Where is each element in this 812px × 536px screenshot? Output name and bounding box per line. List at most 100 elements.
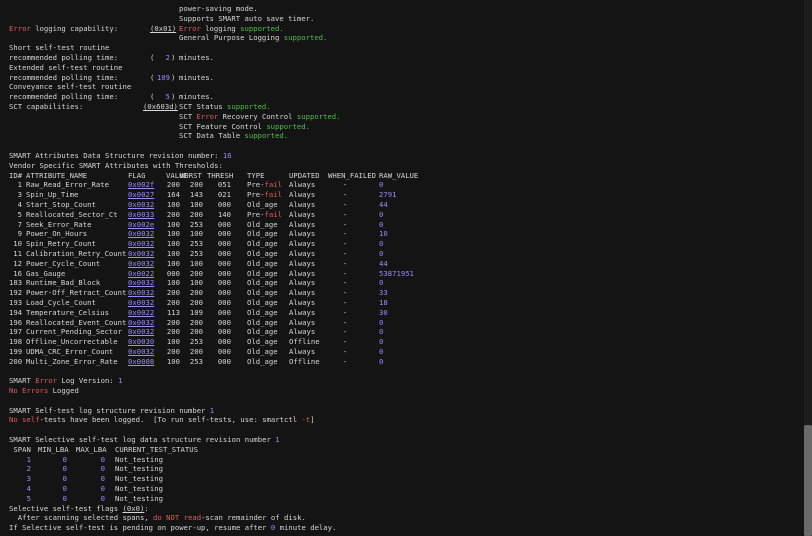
attribute-cell: 000 xyxy=(217,248,231,258)
attribute-cell: 193 xyxy=(9,297,23,307)
attribute-cell: Always xyxy=(289,307,316,317)
selective-cell: 3 xyxy=(26,474,31,484)
attribute-cell: 0 xyxy=(379,180,384,190)
error-log-version-line: SMART Error Log Version: 1 xyxy=(9,376,123,386)
attribute-cell: 0x0032 xyxy=(128,258,155,268)
attribute-cell: - xyxy=(342,327,348,337)
attribute-cell: 200 xyxy=(189,180,203,190)
attribute-cell: Always xyxy=(289,239,316,249)
selftest-revision-line: SMART Self-test log structure revision n… xyxy=(9,405,215,415)
attribute-cell: 9 xyxy=(17,229,22,239)
selective-column-header: MAX_LBA xyxy=(76,444,107,454)
attribute-cell: 0 xyxy=(379,209,384,219)
attribute-cell: Multi_Zone_Error_Rate xyxy=(26,356,118,366)
attribute-row: 16 Gas_Gauge 0x0022 000 200 000 Old_age Always -… xyxy=(9,269,799,279)
sct-line: SCT capabilities: (0x603d) SCT Status su… xyxy=(9,102,799,112)
sct-feature-control: SCT Feature Control supported. xyxy=(179,121,310,131)
vertical-scrollbar[interactable] xyxy=(804,0,812,536)
selective-table-body: 1 0 0 Not_testing 2 0 0 Not_testing 3 0 0 Not_testi… xyxy=(9,455,799,504)
attributes-column-header: TYPE xyxy=(247,170,265,180)
attribute-cell: 100 xyxy=(189,199,203,209)
attribute-cell: Always xyxy=(289,346,316,356)
attribute-cell: 253 xyxy=(189,337,203,347)
attribute-cell: 10 xyxy=(13,239,22,249)
attribute-cell: Old_age xyxy=(247,248,278,258)
conveyance-polling-line: recommended polling time: ( 5 ) minutes. xyxy=(9,92,799,102)
no-errors-line: No Errors Logged xyxy=(9,386,79,396)
extended-polling-close: ) xyxy=(171,72,176,82)
selective-cell: 5 xyxy=(26,493,31,503)
attribute-cell: 0x0032 xyxy=(128,278,155,288)
attribute-cell: Always xyxy=(289,248,316,258)
attribute-cell: Always xyxy=(289,219,316,229)
selective-cell: 0 xyxy=(100,484,105,494)
attribute-cell: Old_age xyxy=(247,307,278,317)
selective-cell: Not_testing xyxy=(115,484,164,494)
attribute-cell: - xyxy=(342,356,348,366)
attributes-table-body: 1 Raw_Read_Error_Rate 0x002f 200 200 051 Pre-f… xyxy=(9,180,799,366)
attribute-cell: 33 xyxy=(379,288,388,298)
error-logging-label: Error logging capability: xyxy=(9,23,119,33)
power-saving-line: power-saving mode. xyxy=(9,4,799,14)
attribute-cell: 0x0022 xyxy=(128,268,155,278)
short-polling-line: recommended polling time: ( 2 ) minutes. xyxy=(9,53,799,63)
attribute-row: 1 Raw_Read_Error_Rate 0x002f 200 200 051 Pre-f… xyxy=(9,180,799,190)
attribute-cell: 0 xyxy=(379,327,384,337)
attribute-cell: 0 xyxy=(379,239,384,249)
conveyance-test-title: Conveyance self-test routine xyxy=(9,82,132,92)
selective-cell: Not_testing xyxy=(115,464,164,474)
attribute-cell: 100 xyxy=(166,219,180,229)
scrollbar-thumb[interactable] xyxy=(804,425,812,536)
attribute-row: 192 Power-Off_Retract_Count 0x0032 200 200 00… xyxy=(9,288,799,298)
attribute-cell: 000 xyxy=(217,337,231,347)
attribute-cell: 253 xyxy=(189,239,203,249)
attributes-column-header: ID# xyxy=(9,170,23,180)
attribute-cell: Old_age xyxy=(247,229,278,239)
attribute-cell: 200 xyxy=(189,268,203,278)
attribute-cell: Always xyxy=(289,209,316,219)
sct-status: SCT Status supported. xyxy=(179,101,271,111)
auto-save-line: Supports SMART auto save timer. xyxy=(9,14,799,24)
sct-data-line: SCT Data Table supported. xyxy=(9,131,799,141)
attributes-column-header: UPDATED xyxy=(289,170,320,180)
attribute-cell: 2791 xyxy=(379,190,397,200)
attribute-cell: 200 xyxy=(189,317,203,327)
attribute-cell: 000 xyxy=(217,278,231,288)
selective-row: 3 0 0 Not_testing xyxy=(9,474,799,484)
attribute-cell: 44 xyxy=(379,258,388,268)
attribute-cell: Current_Pending_Sector xyxy=(26,327,123,337)
attribute-cell: 100 xyxy=(166,258,180,268)
short-polling-close: ) xyxy=(171,52,176,62)
conveyance-polling-value: 5 xyxy=(165,92,170,102)
attribute-cell: Seek_Error_Rate xyxy=(26,219,92,229)
auto-save-text: Supports SMART auto save timer. xyxy=(179,13,315,23)
attribute-cell: 0x0027 xyxy=(128,190,155,200)
attribute-cell: 1 xyxy=(17,180,22,190)
attributes-column-header: WORST xyxy=(180,170,202,180)
selective-cell: 4 xyxy=(26,484,31,494)
attribute-cell: 11 xyxy=(13,248,22,258)
attribute-cell: 0 xyxy=(379,219,384,229)
attribute-cell: 100 xyxy=(166,229,180,239)
attribute-cell: Old_age xyxy=(247,317,278,327)
attribute-row: 7 Seek_Error_Rate 0x002e 100 253 000 Old_age Al… xyxy=(9,220,799,230)
attribute-cell: - xyxy=(342,180,348,190)
attribute-cell: Old_age xyxy=(247,346,278,356)
pending-power-up-line: If Selective self-test is pending on pow… xyxy=(9,523,337,533)
attribute-cell: 100 xyxy=(166,356,180,366)
attribute-cell: 0 xyxy=(379,337,384,347)
extended-polling-unit: minutes. xyxy=(179,72,214,82)
attribute-cell: Offline_Uncorrectable xyxy=(26,337,118,347)
gpl-line: General Purpose Logging supported. xyxy=(9,33,799,43)
conveyance-polling-label: recommended polling time: xyxy=(9,92,119,102)
sct-error-recovery-line: SCT Error Recovery Control supported. xyxy=(9,112,799,122)
attribute-row: 9 Power_On_Hours 0x0032 100 100 000 Old_age Alw… xyxy=(9,229,799,239)
selective-cell: 2 xyxy=(26,464,31,474)
attribute-cell: 100 xyxy=(166,199,180,209)
attribute-cell: 200 xyxy=(189,297,203,307)
attribute-cell: 0x0033 xyxy=(128,209,155,219)
conveyance-polling-open: ( xyxy=(150,92,155,102)
